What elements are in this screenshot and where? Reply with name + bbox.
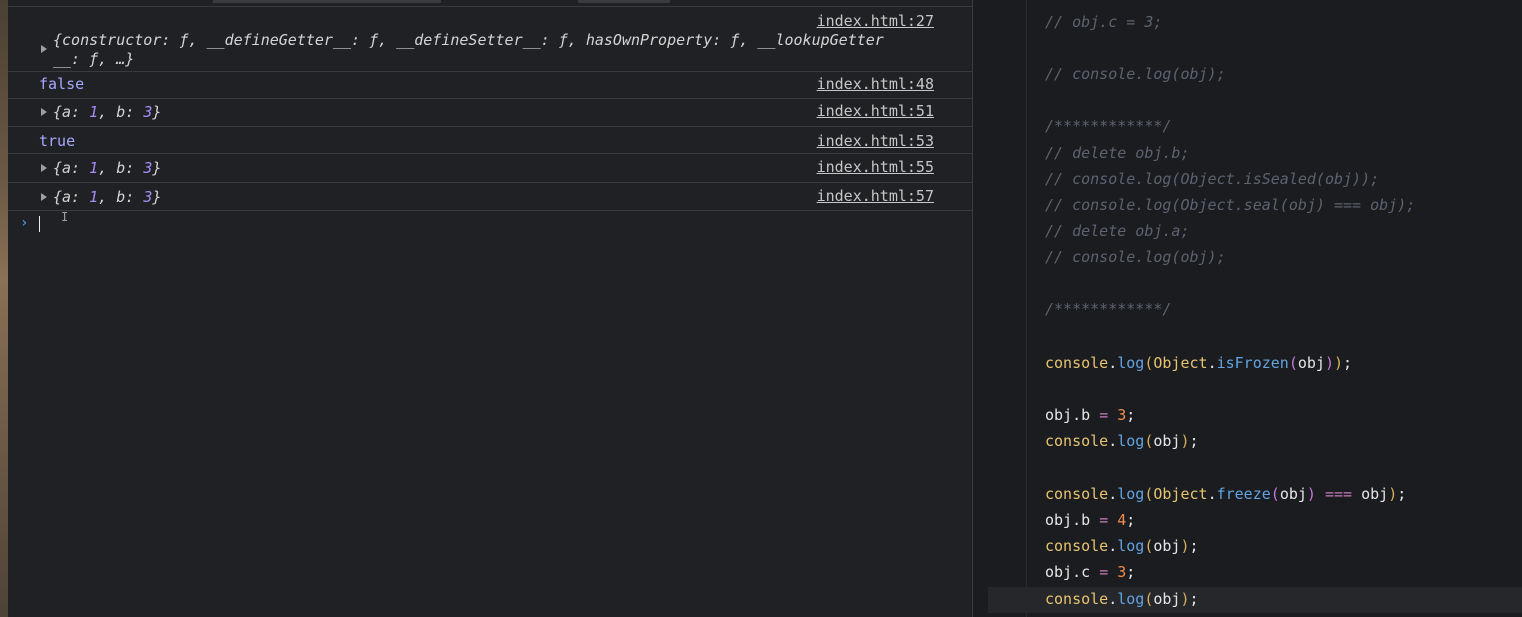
- code-line-comment[interactable]: // delete obj.a;: [1045, 218, 1190, 244]
- code-line-comment[interactable]: // console.log(Object.seal(obj) === obj)…: [1045, 192, 1415, 218]
- code-line-comment[interactable]: /************/: [1045, 296, 1171, 322]
- source-link[interactable]: index.html:48: [817, 75, 934, 93]
- code-line-current[interactable]: console.log(obj);: [1045, 586, 1199, 612]
- code-line-comment[interactable]: // console.log(Object.isSealed(obj));: [1045, 166, 1379, 192]
- desktop-background-strip: [0, 0, 8, 617]
- object-preview[interactable]: {constructor: ƒ, __defineGetter__: ƒ, __…: [53, 31, 884, 49]
- code-line-comment[interactable]: // delete obj.b;: [1045, 140, 1190, 166]
- console-log-row: {a: 1, b: 3} index.html:57: [8, 182, 972, 211]
- console-log-row: true index.html:53: [8, 126, 972, 154]
- code-line[interactable]: obj.b = 3;: [1045, 402, 1135, 428]
- toolbar-control-edge: [578, 0, 670, 3]
- expand-triangle-icon[interactable]: [41, 108, 47, 116]
- object-preview[interactable]: {a: 1, b: 3}: [53, 188, 161, 206]
- code-line[interactable]: console.log(Object.freeze(obj) === obj);: [1045, 481, 1406, 507]
- expand-triangle-icon[interactable]: [41, 164, 47, 172]
- toolbar-filter-field-edge: [213, 0, 441, 3]
- code-line-comment[interactable]: // console.log(obj);: [1045, 244, 1226, 270]
- console-log-row: {a: 1, b: 3} index.html:55: [8, 153, 972, 183]
- code-editor-panel[interactable]: // obj.c = 3; // console.log(obj); /****…: [973, 0, 1522, 617]
- source-link[interactable]: index.html:27: [817, 12, 934, 30]
- code-line-comment[interactable]: /************/: [1045, 113, 1171, 139]
- console-prompt-chevron-icon: ›: [20, 215, 29, 231]
- console-log-row: {a: 1, b: 3} index.html:51: [8, 98, 972, 127]
- boolean-value: true: [39, 132, 76, 150]
- code-line-comment[interactable]: // obj.c = 3;: [1045, 9, 1162, 35]
- object-preview[interactable]: {a: 1, b: 3}: [53, 103, 161, 121]
- console-log-row: false index.html:48: [8, 71, 972, 99]
- code-line[interactable]: console.log(Object.isFrozen(obj));: [1045, 350, 1352, 376]
- source-link[interactable]: index.html:55: [817, 158, 934, 176]
- console-input-caret[interactable]: [39, 216, 40, 232]
- expand-triangle-icon[interactable]: [41, 193, 47, 201]
- expand-triangle-icon[interactable]: [41, 45, 47, 53]
- mouse-ibeam-cursor-icon: I: [61, 210, 69, 224]
- devtools-console-panel: index.html:27 {constructor: ƒ, __defineG…: [8, 0, 973, 617]
- code-line[interactable]: console.log(obj);: [1045, 428, 1199, 454]
- object-preview-continued[interactable]: __: ƒ, …}: [53, 50, 134, 68]
- code-line[interactable]: console.log(obj);: [1045, 533, 1199, 559]
- boolean-value: false: [39, 75, 85, 93]
- console-log-row: index.html:27 {constructor: ƒ, __defineG…: [8, 7, 972, 72]
- code-line[interactable]: obj.b = 4;: [1045, 507, 1135, 533]
- code-line[interactable]: obj.c = 3;: [1045, 559, 1135, 585]
- editor-indent-guide: [1026, 0, 1027, 617]
- object-preview[interactable]: {a: 1, b: 3}: [53, 159, 161, 177]
- source-link[interactable]: index.html:57: [817, 187, 934, 205]
- source-link[interactable]: index.html:53: [817, 132, 934, 150]
- code-line-comment[interactable]: // console.log(obj);: [1045, 61, 1226, 87]
- source-link[interactable]: index.html:51: [817, 102, 934, 120]
